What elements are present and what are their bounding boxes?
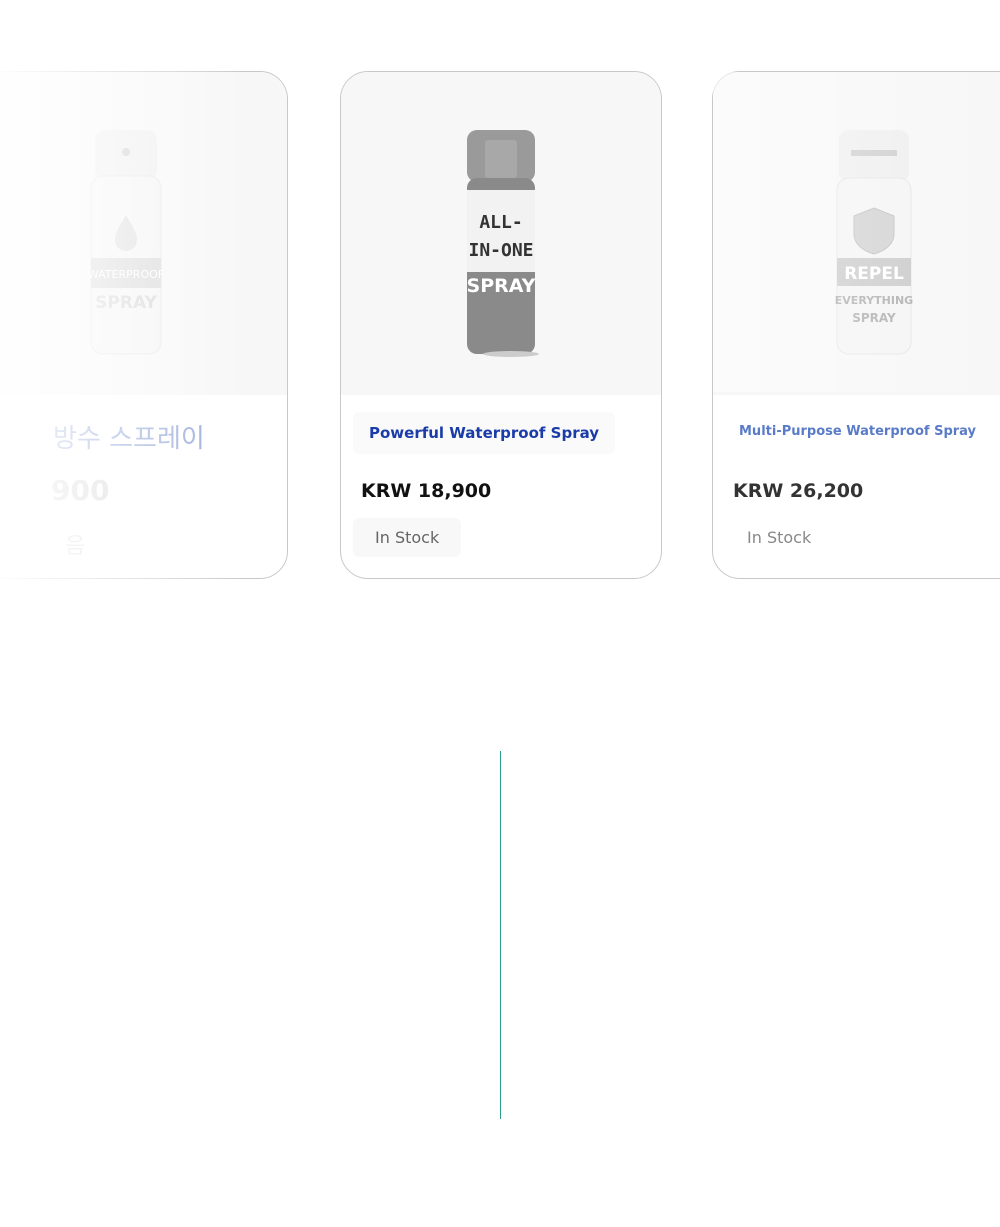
product-card-previous[interactable]: WATERPROOF SPRAY 방수 스프레이 900 음	[0, 71, 288, 579]
spray-can-icon: ALL- IN-ONE SPRAY	[467, 130, 539, 357]
product-title-link[interactable]: Powerful Waterproof Spray	[353, 412, 616, 454]
bottle-label-line-3: SPRAY	[852, 311, 896, 325]
product-image: WATERPROOF SPRAY	[0, 72, 287, 395]
bottle-label-line-1: REPEL	[844, 264, 904, 284]
product-title-link[interactable]: Multi-Purpose Waterproof Spray	[723, 412, 992, 451]
spray-bottle-image: WATERPROOF SPRAY	[88, 130, 164, 355]
shield-icon	[853, 207, 895, 255]
product-carousel: WATERPROOF SPRAY 방수 스프레이 900 음 ALL- IN-O…	[0, 0, 1000, 600]
product-image: REPEL EVERYTHING SPRAY	[713, 72, 1000, 395]
product-card-current[interactable]: ALL- IN-ONE SPRAY Powerful Waterproof Sp…	[340, 71, 662, 579]
bottle-label-line-1: ALL-	[479, 212, 522, 233]
spray-bottle-image: REPEL EVERYTHING SPRAY	[835, 130, 913, 355]
product-price: 900	[51, 474, 110, 507]
product-price: KRW 18,900	[361, 480, 492, 502]
vertical-divider	[500, 751, 501, 1119]
bottle-label-line-2: SPRAY	[95, 293, 157, 313]
product-card-next[interactable]: REPEL EVERYTHING SPRAY Multi-Purpose Wat…	[712, 71, 1000, 579]
bottle-label-line-3: SPRAY	[467, 275, 536, 297]
product-price: KRW 26,200	[733, 480, 864, 502]
product-title-link[interactable]: 방수 스프레이	[37, 406, 221, 467]
product-image: ALL- IN-ONE SPRAY	[341, 72, 661, 395]
stock-status-badge: In Stock	[353, 518, 462, 557]
bottle-label-line-2: IN-ONE	[468, 240, 533, 261]
bottle-label-line-1: WATERPROOF	[88, 268, 164, 281]
stock-status-badge: 음	[65, 534, 86, 559]
stock-status-badge: In Stock	[747, 528, 812, 547]
bottle-label-line-2: EVERYTHING	[835, 294, 913, 307]
